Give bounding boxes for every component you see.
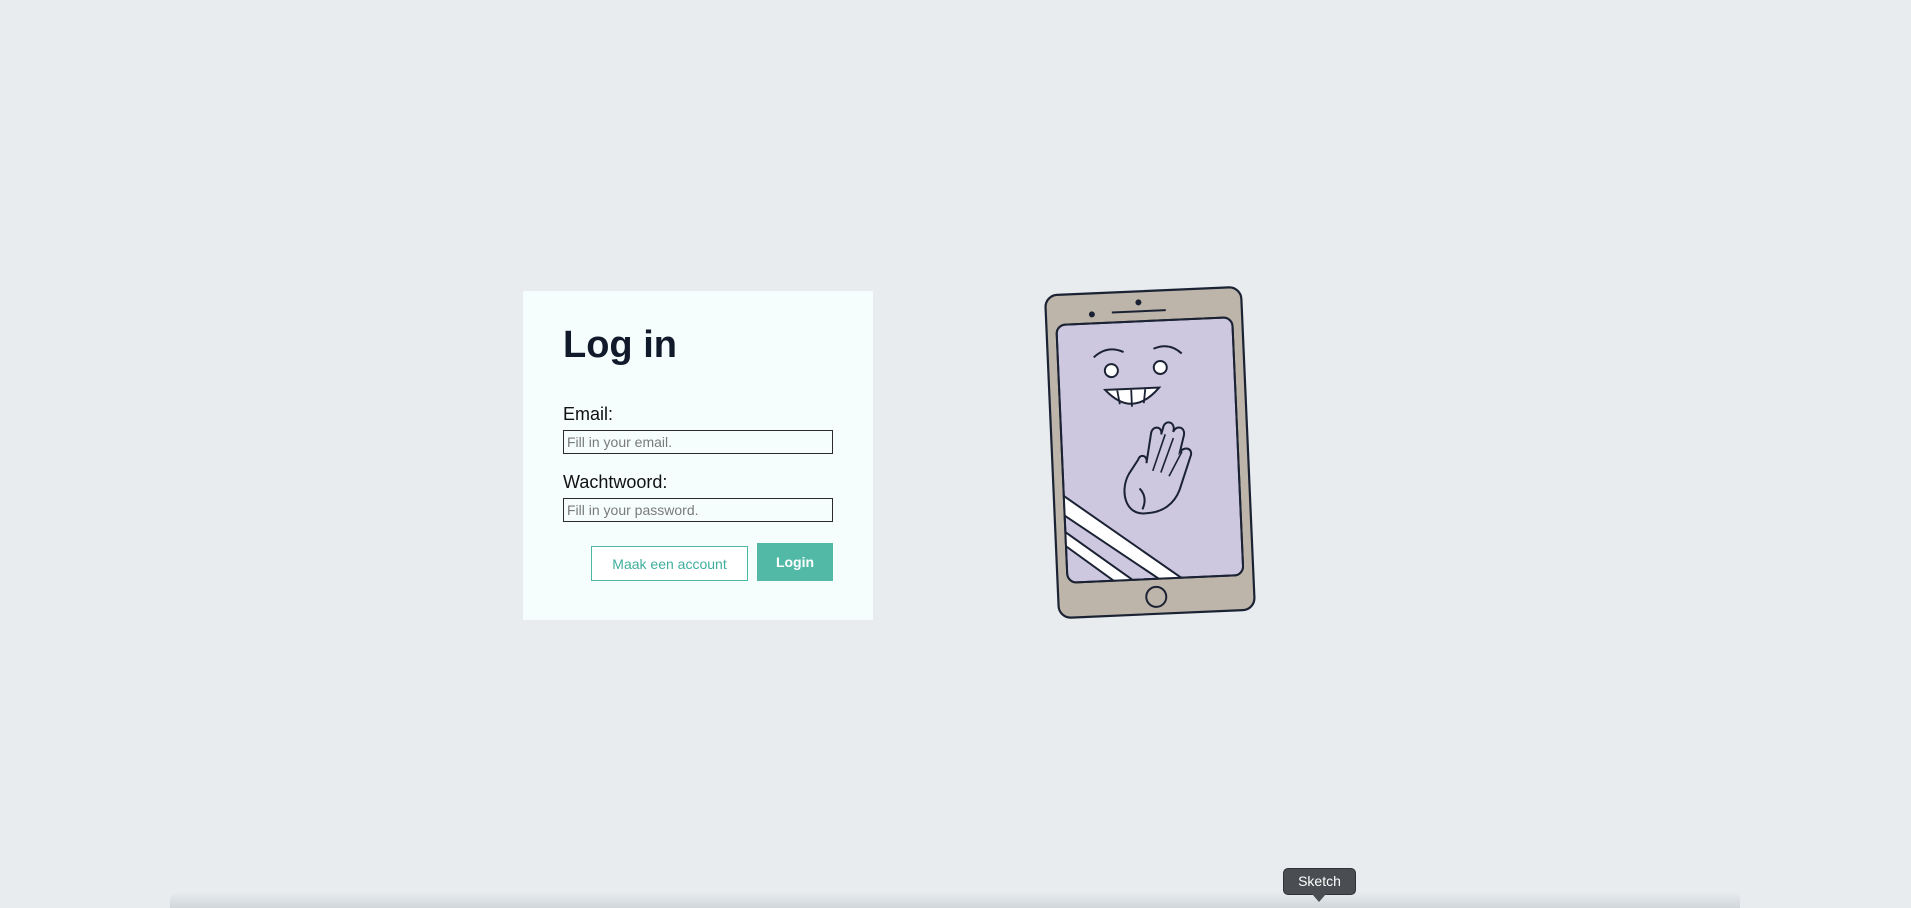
login-card: Log in Email: Wachtwoord: Maak een accou… <box>523 291 873 620</box>
create-account-button[interactable]: Maak een account <box>591 546 748 581</box>
password-label: Wachtwoord: <box>563 472 668 492</box>
email-field[interactable] <box>563 430 833 454</box>
tooltip-arrow-icon <box>1312 894 1326 902</box>
dock-tooltip: Sketch <box>1283 868 1356 895</box>
waving-phone-illustration <box>1044 286 1256 619</box>
password-field[interactable] <box>563 498 833 522</box>
email-label: Email: <box>563 404 614 424</box>
page: Log in Email: Wachtwoord: Maak een accou… <box>0 0 1911 908</box>
page-title: Log in <box>563 324 677 366</box>
dock <box>170 892 1740 908</box>
login-button[interactable]: Login <box>757 543 833 581</box>
